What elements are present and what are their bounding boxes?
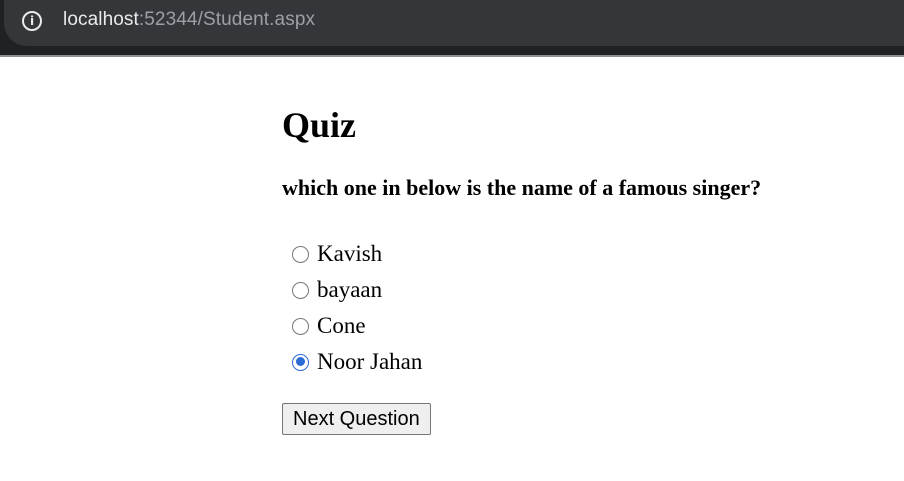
info-icon[interactable]: i (22, 11, 42, 31)
answer-option-cone[interactable]: Cone (292, 308, 422, 344)
question-text: which one in below is the name of a famo… (282, 175, 762, 200)
answer-options: Kavish bayaan Cone Noor Jahan (292, 236, 422, 380)
answer-option-label[interactable]: Kavish (317, 236, 382, 272)
radio-button[interactable] (292, 281, 309, 299)
next-question-button[interactable]: Next Question (282, 403, 431, 435)
answer-option-kavish[interactable]: Kavish (292, 236, 422, 272)
page-title: Quiz (282, 105, 357, 145)
answer-option-label[interactable]: Cone (317, 308, 366, 344)
answer-option-label[interactable]: Noor Jahan (317, 344, 422, 380)
radio-button[interactable] (292, 245, 309, 263)
url-text[interactable]: localhost:52344/Student.aspx (63, 9, 315, 31)
radio-button-selected[interactable] (292, 353, 309, 371)
browser-toolbar: i localhost:52344/Student.aspx (0, 0, 904, 56)
toolbar-divider (0, 55, 904, 57)
address-bar[interactable]: i localhost:52344/Student.aspx (4, 0, 904, 46)
radio-button[interactable] (292, 317, 309, 335)
answer-option-noor-jahan[interactable]: Noor Jahan (292, 344, 422, 380)
answer-option-label[interactable]: bayaan (317, 272, 382, 308)
url-path: :52344/Student.aspx (138, 9, 316, 30)
url-host: localhost (63, 9, 139, 30)
answer-option-bayaan[interactable]: bayaan (292, 272, 422, 308)
